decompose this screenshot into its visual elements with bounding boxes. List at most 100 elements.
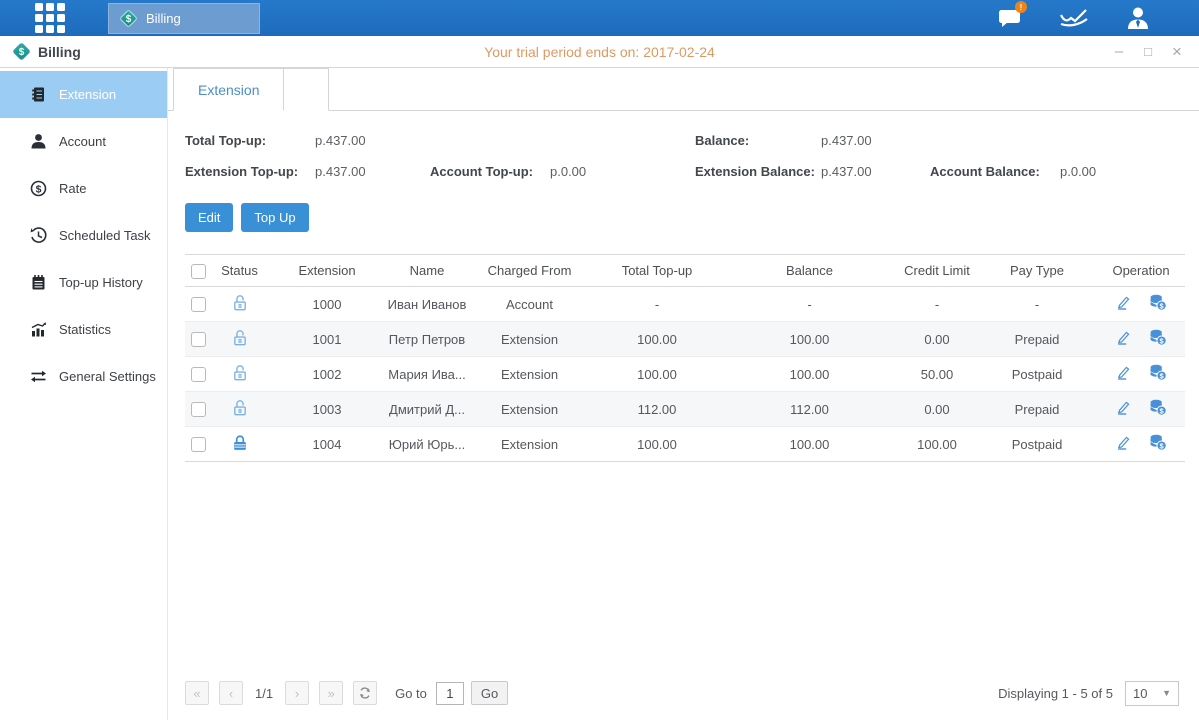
- person-bust-icon: [1125, 5, 1151, 31]
- taskbar-tab-billing[interactable]: $ Billing: [108, 3, 260, 34]
- table-row[interactable]: 1002 Мария Ива... Extension 100.00 100.0…: [185, 357, 1185, 392]
- close-icon[interactable]: ×: [1169, 44, 1185, 60]
- table-header-row: Status Extension Name Charged From Total…: [185, 255, 1185, 287]
- edit-row-icon[interactable]: [1115, 364, 1132, 384]
- topup-row-icon[interactable]: $: [1149, 434, 1167, 454]
- sidebar-item-extension[interactable]: Extension: [0, 71, 167, 118]
- sidebar-item-topup-history[interactable]: Top-up History: [0, 259, 167, 306]
- cell-total-topup: 100.00: [592, 427, 722, 462]
- sidebar-item-label: Statistics: [59, 322, 111, 337]
- top-bar: $ Billing !: [0, 0, 1199, 36]
- cell-credit-limit: 50.00: [897, 357, 977, 392]
- first-page-button[interactable]: «: [185, 681, 209, 705]
- last-page-button[interactable]: »: [319, 681, 343, 705]
- column-header-balance: Balance: [722, 255, 897, 287]
- topup-row-icon[interactable]: $: [1149, 364, 1167, 384]
- window-title: $ Billing: [12, 42, 81, 61]
- extension-topup-value: p.437.00: [315, 164, 430, 179]
- column-header-total-topup: Total Top-up: [592, 255, 722, 287]
- content-area: Extension Total Top-up: p.437.00 Balance…: [168, 68, 1199, 720]
- sidebar-item-scheduled-task[interactable]: Scheduled Task: [0, 212, 167, 259]
- resource-monitor-icon[interactable]: [1059, 5, 1089, 31]
- table-row[interactable]: 1004 Юрий Юрь... Extension 100.00 100.00…: [185, 427, 1185, 462]
- cell-extension: 1000: [267, 287, 387, 322]
- sidebar-item-rate[interactable]: $ Rate: [0, 165, 167, 212]
- sidebar-item-statistics[interactable]: Statistics: [0, 306, 167, 353]
- topup-row-icon[interactable]: $: [1149, 329, 1167, 349]
- notification-badge: !: [1015, 1, 1027, 13]
- sidebar-item-general-settings[interactable]: General Settings: [0, 353, 167, 400]
- column-header-status: Status: [212, 255, 267, 287]
- row-checkbox[interactable]: [191, 367, 206, 382]
- displaying-text: Displaying 1 - 5 of 5: [998, 686, 1113, 701]
- cell-extension: 1002: [267, 357, 387, 392]
- user-account-icon[interactable]: [1123, 5, 1153, 31]
- cell-balance: -: [722, 287, 897, 322]
- row-checkbox[interactable]: [191, 402, 206, 417]
- select-all-checkbox[interactable]: [191, 264, 206, 279]
- edit-row-icon[interactable]: [1115, 294, 1132, 314]
- edit-row-icon[interactable]: [1115, 329, 1132, 349]
- page-size-dropdown[interactable]: 10 ▼: [1125, 681, 1179, 706]
- sidebar-item-account[interactable]: Account: [0, 118, 167, 165]
- summary-panel: Total Top-up: p.437.00 Balance: p.437.00…: [185, 125, 1199, 187]
- notepad-icon: [30, 274, 47, 291]
- cell-pay-type: Postpaid: [977, 357, 1097, 392]
- cell-credit-limit: 0.00: [897, 322, 977, 357]
- extensions-table: Status Extension Name Charged From Total…: [185, 254, 1185, 462]
- unlocked-icon: [231, 294, 249, 312]
- edit-row-icon[interactable]: [1115, 399, 1132, 419]
- dollar-circle-icon: $: [30, 180, 47, 197]
- locked-icon: [231, 434, 249, 452]
- next-page-button[interactable]: ›: [285, 681, 309, 705]
- bar-chart-icon: [30, 321, 47, 338]
- window-title-text: Billing: [38, 44, 81, 60]
- maximize-icon[interactable]: □: [1140, 44, 1156, 60]
- sidebar-item-label: General Settings: [59, 369, 156, 384]
- trial-period-message: Your trial period ends on: 2017-02-24: [0, 44, 1199, 60]
- svg-text:$: $: [126, 14, 132, 25]
- topup-button[interactable]: Top Up: [241, 203, 308, 232]
- total-topup-label: Total Top-up:: [185, 133, 315, 148]
- edit-row-icon[interactable]: [1115, 434, 1132, 454]
- tab-strip: Extension: [168, 68, 1199, 111]
- minimize-icon[interactable]: –: [1111, 44, 1127, 60]
- topup-row-icon[interactable]: $: [1149, 399, 1167, 419]
- table-row[interactable]: 1000 Иван Иванов Account - - - -: [185, 287, 1185, 322]
- billing-diamond-icon: $: [12, 42, 31, 61]
- account-balance-value: p.0.00: [1060, 164, 1199, 179]
- unlocked-icon: [231, 364, 249, 382]
- cell-pay-type: Prepaid: [977, 392, 1097, 427]
- cell-charged-from: Extension: [467, 322, 592, 357]
- cell-credit-limit: 0.00: [897, 392, 977, 427]
- line-chart-icon: [1059, 6, 1089, 30]
- sidebar-item-label: Extension: [59, 87, 116, 102]
- table-row[interactable]: 1001 Петр Петров Extension 100.00 100.00…: [185, 322, 1185, 357]
- goto-label: Go to: [395, 686, 427, 701]
- cell-credit-limit: 100.00: [897, 427, 977, 462]
- go-button[interactable]: Go: [471, 681, 508, 705]
- transfer-arrows-icon: [30, 368, 47, 385]
- row-checkbox[interactable]: [191, 297, 206, 312]
- extension-balance-label: Extension Balance:: [695, 164, 821, 179]
- notifications-icon[interactable]: !: [995, 5, 1025, 31]
- pagination-bar: « ‹ 1/1 › » Go to Go Displaying 1 - 5 of…: [168, 672, 1199, 720]
- topup-row-icon[interactable]: $: [1149, 294, 1167, 314]
- cell-charged-from: Extension: [467, 357, 592, 392]
- balance-label: Balance:: [695, 133, 821, 148]
- sidebar-item-label: Top-up History: [59, 275, 143, 290]
- cell-extension: 1003: [267, 392, 387, 427]
- tab-extension[interactable]: Extension: [173, 68, 284, 111]
- table-row[interactable]: 1003 Дмитрий Д... Extension 112.00 112.0…: [185, 392, 1185, 427]
- extension-balance-value: p.437.00: [821, 164, 930, 179]
- row-checkbox[interactable]: [191, 437, 206, 452]
- refresh-button[interactable]: [353, 681, 377, 705]
- goto-page-input[interactable]: [436, 682, 464, 705]
- row-checkbox[interactable]: [191, 332, 206, 347]
- apps-grid-icon[interactable]: [35, 3, 65, 33]
- column-header-name: Name: [387, 255, 467, 287]
- refresh-icon: [358, 686, 372, 700]
- prev-page-button[interactable]: ‹: [219, 681, 243, 705]
- edit-button[interactable]: Edit: [185, 203, 233, 232]
- cell-extension: 1001: [267, 322, 387, 357]
